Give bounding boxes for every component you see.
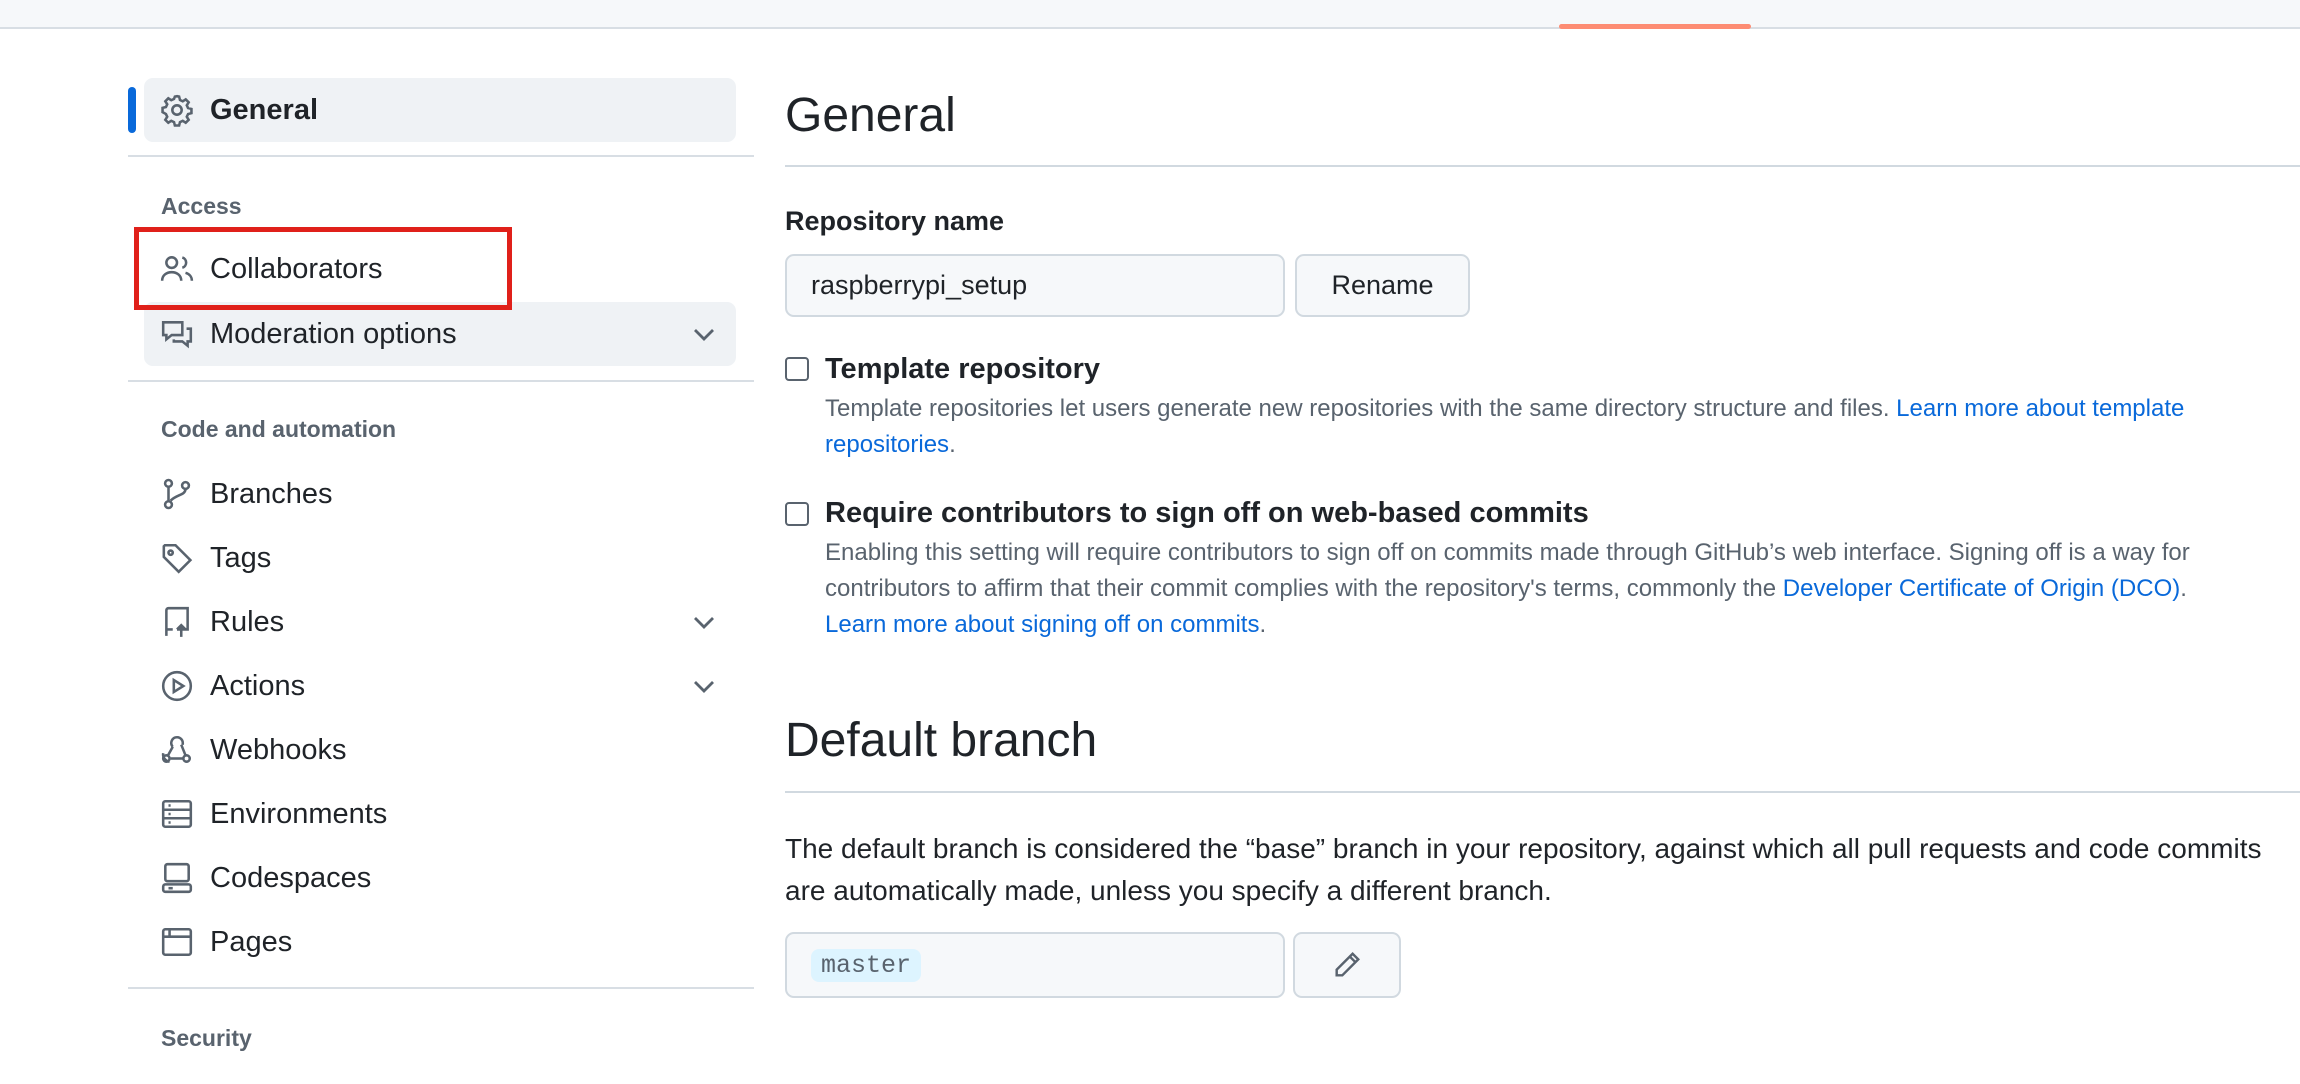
sidebar-item-label: General — [210, 93, 318, 126]
chevron-down-icon[interactable] — [688, 606, 720, 638]
sidebar-divider — [128, 380, 754, 382]
chevron-down-icon[interactable] — [688, 670, 720, 702]
codespaces-icon — [160, 861, 194, 895]
template-repository-title: Template repository — [825, 353, 1101, 385]
sidebar-item-label: Actions — [210, 669, 306, 702]
sidebar-item-label: Branches — [210, 477, 333, 510]
section-divider — [785, 791, 2300, 793]
edit-default-branch-button[interactable] — [1293, 932, 1401, 998]
browser-icon — [160, 925, 194, 959]
pencil-icon — [1335, 952, 1360, 977]
tag-icon — [160, 541, 194, 575]
section-heading-access: Access — [161, 193, 242, 219]
sidebar-item-codespaces[interactable]: Codespaces — [144, 846, 736, 910]
comment-discussion-icon — [160, 317, 194, 351]
sidebar-item-general[interactable]: General — [144, 78, 736, 142]
git-branch-icon — [160, 477, 194, 511]
signoff-description: Enabling this setting will require contr… — [825, 539, 2190, 638]
sidebar-item-label: Codespaces — [210, 861, 372, 894]
signoff-learn-more-link[interactable]: Learn more about signing off on commits — [825, 611, 1259, 638]
default-branch-description: The default branch is considered the “ba… — [785, 833, 2262, 906]
sidebar-item-label: Rules — [210, 605, 285, 638]
page-title: General — [785, 89, 956, 142]
webhook-icon — [160, 733, 194, 767]
sidebar-item-label: Tags — [210, 541, 272, 574]
sidebar-item-label: Environments — [210, 797, 388, 830]
rename-button[interactable]: Rename — [1295, 254, 1470, 317]
sidebar-item-pages[interactable]: Pages — [144, 910, 736, 974]
dco-link[interactable]: Developer Certificate of Origin (DCO) — [1783, 575, 2180, 602]
sidebar-item-webhooks[interactable]: Webhooks — [144, 718, 736, 782]
sidebar-item-moderation-options[interactable]: Moderation options — [144, 302, 736, 366]
signoff-checkbox[interactable] — [785, 502, 809, 526]
sidebar-divider — [128, 987, 754, 989]
sidebar-item-label: Moderation options — [210, 317, 457, 350]
template-repository-checkbox[interactable] — [785, 357, 809, 381]
server-icon — [160, 797, 194, 831]
repo-push-icon — [160, 605, 194, 639]
section-heading-security: Security — [161, 1025, 252, 1051]
play-icon — [160, 669, 194, 703]
branch-name-chip: master — [811, 948, 922, 982]
sidebar-item-label: Webhooks — [210, 733, 347, 766]
gear-icon — [160, 93, 194, 127]
sidebar-item-environments[interactable]: Environments — [144, 782, 736, 846]
repository-name-input[interactable]: raspberrypi_setup — [785, 254, 1285, 317]
settings-sidebar: General Access Collaborators Moderation … — [128, 0, 754, 1084]
sidebar-divider — [128, 155, 754, 157]
sidebar-item-tags[interactable]: Tags — [144, 526, 736, 590]
default-branch-field: master — [785, 932, 1285, 998]
template-repository-description: Template repositories let users generate… — [825, 395, 2185, 458]
signoff-title: Require contributors to sign off on web-… — [825, 497, 1589, 529]
default-branch-heading: Default branch — [785, 714, 1098, 767]
repository-name-value: raspberrypi_setup — [811, 270, 1028, 300]
settings-main: General Repository name raspberrypi_setu… — [785, 0, 2300, 1084]
sidebar-item-label: Pages — [210, 925, 293, 958]
section-heading-code-automation: Code and automation — [161, 416, 397, 442]
sidebar-item-actions[interactable]: Actions — [144, 654, 736, 718]
highlight-box — [134, 227, 512, 310]
sidebar-item-branches[interactable]: Branches — [144, 462, 736, 526]
sidebar-item-rules[interactable]: Rules — [144, 590, 736, 654]
chevron-down-icon[interactable] — [688, 318, 720, 350]
repository-name-label: Repository name — [785, 206, 1005, 236]
active-indicator — [128, 87, 136, 133]
section-divider — [785, 165, 2300, 167]
